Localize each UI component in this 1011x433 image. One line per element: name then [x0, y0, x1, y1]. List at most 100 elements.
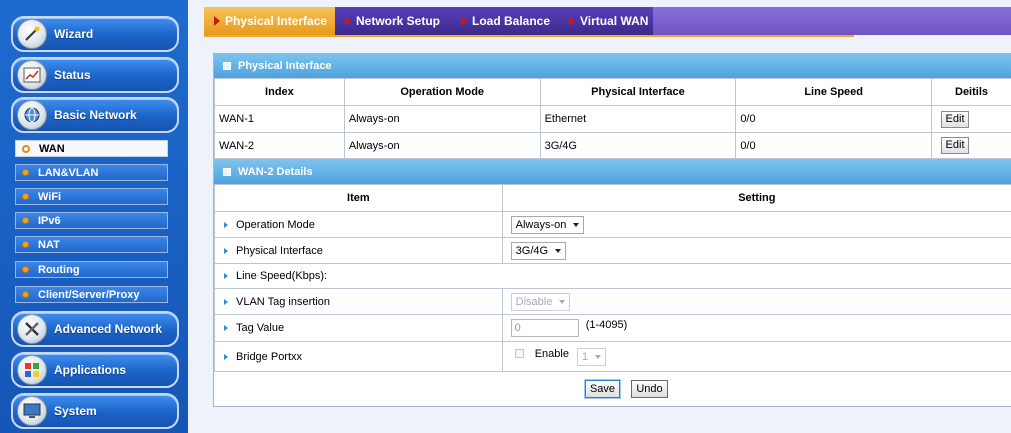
save-button[interactable]: Save	[585, 380, 620, 398]
monitor-icon	[17, 396, 47, 426]
col-physical-interface: Physical Interface	[539, 78, 737, 106]
sidebar-item-label: NAT	[38, 238, 60, 251]
arrow-right-icon	[224, 247, 228, 254]
menu-system[interactable]: System	[11, 393, 179, 429]
sidebar-item-wan[interactable]: WAN	[15, 140, 168, 157]
arrow-right-icon	[224, 221, 228, 228]
tab-virtual-wan[interactable]: Virtual WAN	[559, 7, 653, 35]
wan2-details-table: Item Setting Operation Mode Always-on Ph…	[214, 184, 1011, 372]
arrow-right-icon	[224, 353, 228, 360]
item-label: Line Speed(Kbps):	[236, 270, 328, 282]
item-label: Operation Mode	[236, 218, 315, 231]
edit-wan2-button[interactable]: Edit	[941, 137, 970, 154]
physical-interface-select[interactable]: 3G/4G	[510, 241, 567, 260]
table-row: WAN-2 Always-on 3G/4G 0/0 Edit	[214, 132, 1011, 159]
chevron-down-icon	[559, 299, 566, 304]
row-physical-interface: Physical Interface 3G/4G	[214, 237, 1011, 264]
menu-label: Wizard	[54, 27, 94, 41]
bullet-icon	[22, 169, 29, 176]
chevron-down-icon	[595, 354, 602, 359]
square-icon	[223, 167, 231, 176]
operation-mode-select[interactable]: Always-on	[510, 215, 585, 234]
menu-basic-network[interactable]: Basic Network	[11, 97, 179, 133]
chart-icon	[17, 60, 47, 90]
row-bridge-port: Bridge Portxx Enable 1	[214, 341, 1011, 372]
menu-label: System	[54, 404, 97, 418]
cell-action: Edit	[931, 105, 1011, 133]
cell-mode: Always-on	[343, 132, 541, 159]
tab-label: Load Balance	[472, 14, 551, 28]
cell-iface: Ethernet	[539, 105, 737, 133]
arrow-right-icon	[224, 273, 228, 279]
cell-iface: 3G/4G	[539, 132, 737, 159]
tab-physical-interface[interactable]: Physical Interface	[204, 7, 335, 35]
col-index: Index	[214, 78, 345, 106]
sidebar: Wizard Status Basic Network WAN LAN&VLAN…	[0, 0, 188, 433]
menu-label: Status	[54, 68, 91, 82]
tab-network-setup[interactable]: Network Setup	[335, 7, 451, 35]
cell-speed: 0/0	[735, 105, 933, 133]
tab-label: Physical Interface	[225, 14, 328, 28]
row-vlan-tag: VLAN Tag insertion Disable	[214, 288, 1011, 315]
table-row: WAN-1 Always-on Ethernet 0/0 Edit	[214, 105, 1011, 133]
menu-label: Basic Network	[54, 108, 137, 122]
menu-wizard[interactable]: Wizard	[11, 16, 179, 52]
sidebar-item-label: IPv6	[38, 214, 61, 227]
bullet-icon	[22, 266, 29, 273]
tools-icon	[17, 314, 47, 344]
tab-bar: Physical Interface Network Setup Load Ba…	[204, 7, 1011, 35]
tab-label: Virtual WAN	[580, 14, 649, 28]
menu-applications[interactable]: Applications	[11, 352, 179, 388]
col-line-speed: Line Speed	[735, 78, 933, 106]
select-value: 3G/4G	[515, 244, 549, 257]
wand-icon	[17, 19, 47, 49]
sidebar-item-label: WiFi	[38, 190, 62, 203]
tag-value-input[interactable]: 0	[510, 319, 579, 337]
wan2-details-header: WAN-2 Details	[214, 159, 1011, 184]
col-operation-mode: Operation Mode	[343, 78, 541, 106]
sidebar-item-label: Routing	[38, 263, 80, 276]
square-icon	[223, 61, 231, 70]
physical-interface-table: Index Operation Mode Physical Interface …	[214, 78, 1011, 159]
sidebar-item-ipv6[interactable]: IPv6	[15, 212, 168, 229]
col-details: Deitils	[931, 78, 1011, 106]
bridge-enable-checkbox[interactable]	[514, 349, 524, 359]
apps-icon	[17, 355, 47, 385]
item-label: Physical Interface	[236, 244, 323, 257]
enable-label: Enable	[534, 347, 569, 360]
row-tag-value: Tag Value 0 (1-4095)	[214, 314, 1011, 342]
menu-advanced-network[interactable]: Advanced Network	[11, 311, 179, 347]
undo-button[interactable]: Undo	[631, 380, 668, 398]
cell-mode: Always-on	[343, 105, 541, 133]
bullet-icon	[22, 291, 29, 298]
bullet-icon	[22, 144, 30, 153]
content-panel: Physical Interface Index Operation Mode …	[213, 53, 1011, 407]
sidebar-item-nat[interactable]: NAT	[15, 236, 168, 253]
item-label: Bridge Portxx	[236, 350, 303, 363]
section-title: Physical Interface	[238, 59, 332, 72]
triangle-right-icon	[461, 16, 467, 26]
menu-status[interactable]: Status	[11, 57, 179, 93]
select-value: 1	[582, 350, 589, 363]
sidebar-item-label: LAN&VLAN	[38, 166, 99, 179]
cell-action: Edit	[931, 132, 1011, 159]
cell-speed: 0/0	[735, 132, 933, 159]
item-label: Tag Value	[236, 322, 285, 334]
item-label: VLAN Tag insertion	[236, 295, 330, 308]
edit-wan1-button[interactable]: Edit	[941, 110, 970, 128]
sidebar-item-client-server-proxy[interactable]: Client/Server/Proxy	[15, 286, 168, 303]
bullet-icon	[22, 241, 29, 248]
sidebar-item-routing[interactable]: Routing	[15, 261, 168, 278]
row-operation-mode: Operation Mode Always-on	[214, 211, 1011, 238]
sidebar-item-wifi[interactable]: WiFi	[15, 188, 168, 205]
row-line-speed: Line Speed(Kbps):	[214, 263, 1011, 289]
sidebar-item-label: Client/Server/Proxy	[38, 288, 140, 301]
col-setting: Setting	[501, 184, 1011, 212]
tab-load-balance[interactable]: Load Balance	[451, 7, 559, 35]
vlan-tag-select[interactable]: Disable	[510, 292, 571, 311]
triangle-right-icon	[569, 16, 575, 26]
bullet-icon	[22, 193, 29, 200]
bridge-port-select[interactable]: 1	[577, 347, 607, 366]
sidebar-item-lan-vlan[interactable]: LAN&VLAN	[15, 164, 168, 181]
triangle-right-icon	[214, 16, 220, 26]
